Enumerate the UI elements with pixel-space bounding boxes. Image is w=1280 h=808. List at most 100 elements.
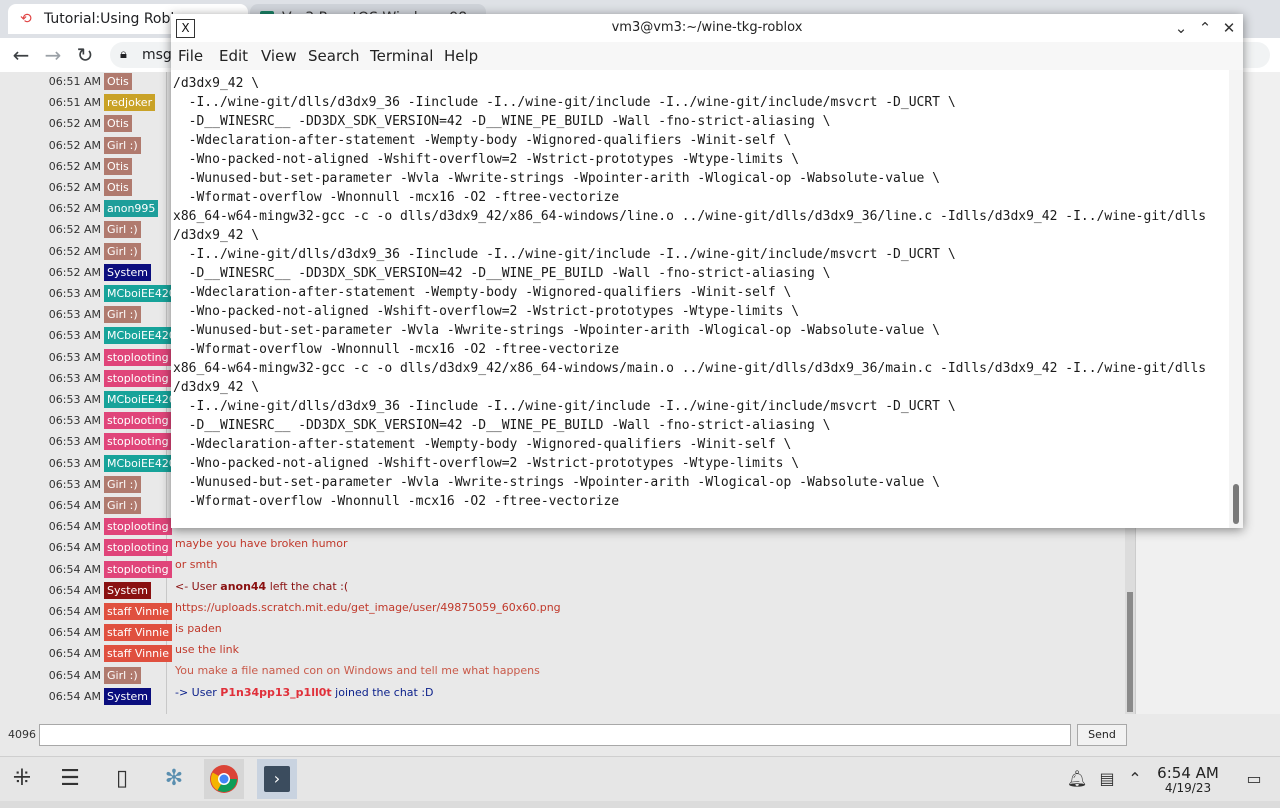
- chat-timestamp: 06:52 AM: [48, 160, 101, 173]
- terminal-window: X vm3@vm3:~/wine-tkg-roblox ⌄ ⌃ ✕ File E…: [171, 14, 1243, 528]
- chat-user-row: 06:53 AM stoplooting: [0, 431, 172, 452]
- reload-icon[interactable]: ↻: [72, 42, 98, 68]
- chat-timestamp: 06:53 AM: [48, 457, 101, 470]
- chat-user-row: 06:53 AM MCboiEE420$: [0, 283, 186, 304]
- chat-user-row: 06:53 AM Girl :): [0, 304, 166, 325]
- chat-username-badge[interactable]: Otis: [104, 115, 132, 132]
- terminal-line: x86_64-w64-mingw32-gcc -c -o dlls/d3dx9_…: [173, 209, 1207, 224]
- chat-username-badge[interactable]: stoplooting: [104, 433, 172, 450]
- chat-user-row: 06:54 AM System: [0, 686, 166, 707]
- close-icon[interactable]: ✕: [1219, 18, 1239, 38]
- terminal-scrollbar[interactable]: [1229, 70, 1243, 528]
- chat-username-badge[interactable]: System: [104, 264, 152, 281]
- chat-username-badge[interactable]: Girl :): [104, 497, 141, 514]
- chat-timestamp: 06:52 AM: [48, 223, 101, 236]
- terminal-line: x86_64-w64-mingw32-gcc -c -o dlls/d3dx9_…: [173, 361, 1207, 376]
- chat-timestamp: 06:54 AM: [48, 647, 101, 660]
- notification-bell-icon[interactable]: 🔔︎: [1066, 768, 1088, 790]
- chat-user-row: 06:54 AM staff Vinnie: [0, 622, 172, 643]
- chat-timestamp: 06:54 AM: [48, 690, 101, 703]
- chat-timestamp: 06:54 AM: [48, 499, 101, 512]
- terminal-icon[interactable]: ›: [257, 759, 297, 799]
- address-text: msg: [142, 47, 172, 63]
- terminal-line: -Wdeclaration-after-statement -Wempty-bo…: [173, 133, 792, 148]
- terminal-line: -Wunused-but-set-parameter -Wvla -Wwrite…: [173, 475, 941, 490]
- mixer-icon[interactable]: ☰: [50, 759, 90, 799]
- chat-message-input[interactable]: [39, 724, 1071, 746]
- chat-username-badge[interactable]: System: [104, 582, 152, 599]
- clock-date[interactable]: 4/19/23: [1150, 781, 1226, 795]
- chat-username-badge[interactable]: Girl :): [104, 221, 141, 238]
- chat-timestamp: 06:52 AM: [48, 245, 101, 258]
- menu-file[interactable]: File: [178, 42, 203, 70]
- menu-edit[interactable]: Edit: [219, 42, 248, 70]
- forward-arrow-icon[interactable]: →: [40, 42, 66, 68]
- chat-user-row: 06:52 AM Otis: [0, 156, 166, 177]
- minimize-icon[interactable]: ⌄: [1171, 18, 1191, 38]
- chat-username-badge[interactable]: stoplooting: [104, 370, 172, 387]
- chat-username-badge[interactable]: stoplooting: [104, 349, 172, 366]
- terminal-line: -Wunused-but-set-parameter -Wvla -Wwrite…: [173, 171, 941, 186]
- menu-help[interactable]: Help: [444, 42, 478, 70]
- chat-user-row: 06:52 AM Girl :): [0, 219, 166, 240]
- chat-username-badge[interactable]: Otis: [104, 179, 132, 196]
- chat-scrollbar-thumb[interactable]: [1127, 592, 1133, 712]
- system-username[interactable]: anon44: [220, 580, 266, 593]
- chat-username-badge[interactable]: Girl :): [104, 667, 141, 684]
- app-menu-icon[interactable]: ⁜: [2, 759, 42, 799]
- chat-username-badge[interactable]: Girl :): [104, 243, 141, 260]
- chat-username-badge[interactable]: staff Vinnie: [104, 624, 172, 641]
- terminal-output[interactable]: /d3dx9_42 \ -I../wine-git/dlls/d3dx9_36 …: [171, 70, 1229, 528]
- clipboard-icon[interactable]: ▤: [1096, 768, 1118, 790]
- chat-input-row: 4096 Send: [0, 720, 1135, 750]
- chat-username-badge[interactable]: stoplooting: [104, 539, 172, 556]
- chat-timestamp: 06:54 AM: [48, 605, 101, 618]
- terminal-line: -Wunused-but-set-parameter -Wvla -Wwrite…: [173, 323, 941, 338]
- chat-message: You make a file named con on Windows and…: [175, 664, 540, 677]
- chat-message-link[interactable]: https://uploads.scratch.mit.edu/get_imag…: [175, 600, 561, 616]
- chat-user-row: 06:53 AM stoplooting: [0, 368, 172, 389]
- menu-terminal[interactable]: Terminal: [370, 42, 433, 70]
- chat-user-row: 06:52 AM Girl :): [0, 241, 166, 262]
- back-arrow-icon[interactable]: ←: [8, 42, 34, 68]
- file-icon[interactable]: ▯: [102, 759, 142, 799]
- show-desktop-icon[interactable]: ▭: [1243, 768, 1265, 790]
- chat-username-badge[interactable]: System: [104, 688, 152, 705]
- chat-username-badge[interactable]: stoplooting: [104, 561, 172, 578]
- chat-username-badge[interactable]: Girl :): [104, 476, 141, 493]
- send-button[interactable]: Send: [1077, 724, 1127, 746]
- chat-timestamp: 06:53 AM: [48, 478, 101, 491]
- terminal-line: -Wdeclaration-after-statement -Wempty-bo…: [173, 285, 792, 300]
- chrome-icon[interactable]: [204, 759, 244, 799]
- chat-user-row: 06:54 AM staff Vinnie: [0, 643, 172, 664]
- chat-username-badge[interactable]: Girl :): [104, 306, 141, 323]
- system-message: -> User P1n34pp13_p1ll0t joined the chat…: [175, 685, 434, 701]
- system-username[interactable]: P1n34pp13_p1ll0t: [220, 686, 331, 699]
- maximize-icon[interactable]: ⌃: [1195, 18, 1215, 38]
- terminal-line: -Wformat-overflow -Wnonnull -mcx16 -O2 -…: [173, 342, 620, 357]
- clock-time[interactable]: 6:54 AM: [1150, 764, 1226, 782]
- chat-username-badge[interactable]: staff Vinnie: [104, 603, 172, 620]
- chat-timestamp: 06:52 AM: [48, 117, 101, 130]
- chat-user-row: 06:54 AM Girl :): [0, 495, 166, 516]
- taskbar: ⁜ ☰ ▯ ✻ › 🔔︎ ▤ ⌃ 6:54 AM 4/19/23 ▭: [0, 756, 1280, 801]
- terminal-scrollbar-thumb[interactable]: [1233, 484, 1239, 524]
- chat-username-badge[interactable]: stoplooting: [104, 412, 172, 429]
- chat-timestamp: 06:51 AM: [48, 96, 101, 109]
- menu-search[interactable]: Search: [308, 42, 360, 70]
- chat-username-badge[interactable]: Otis: [104, 73, 132, 90]
- menu-view[interactable]: View: [261, 42, 297, 70]
- app-icon[interactable]: ✻: [154, 759, 194, 799]
- chat-username-badge[interactable]: Otis: [104, 158, 132, 175]
- chat-username-badge[interactable]: anon995: [104, 200, 159, 217]
- chat-username-badge[interactable]: redjoker: [104, 94, 156, 111]
- chat-user-row: 06:53 AM stoplooting: [0, 347, 172, 368]
- chat-username-badge[interactable]: staff Vinnie: [104, 645, 172, 662]
- chat-message: use the link: [175, 643, 239, 656]
- chat-username-badge[interactable]: stoplooting: [104, 518, 172, 535]
- terminal-titlebar[interactable]: X vm3@vm3:~/wine-tkg-roblox ⌄ ⌃ ✕: [171, 14, 1243, 43]
- chat-username-badge[interactable]: Girl :): [104, 137, 141, 154]
- tray-expand-icon[interactable]: ⌃: [1124, 768, 1146, 790]
- chat-timestamp: 06:52 AM: [48, 202, 101, 215]
- terminal-line: -D__WINESRC__ -DD3DX_SDK_VERSION=42 -D__…: [173, 418, 831, 433]
